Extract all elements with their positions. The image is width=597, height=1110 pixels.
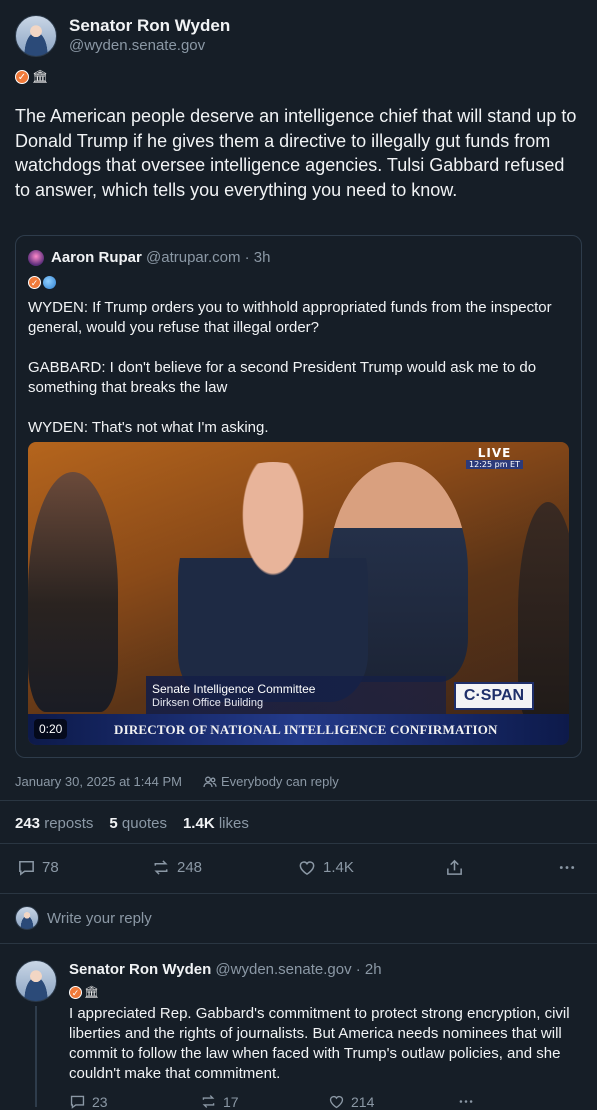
share-button[interactable] [445, 858, 464, 877]
quote-age: · 3h [244, 249, 271, 266]
reply-icon [70, 1095, 85, 1109]
author-avatar[interactable] [15, 15, 57, 57]
reply-setting-label: Everybody can reply [221, 774, 339, 789]
divider [0, 943, 597, 944]
repost-icon [202, 1095, 215, 1108]
globe-icon [43, 276, 56, 289]
author-handle[interactable]: @wyden.senate.gov [69, 37, 205, 54]
reply-text: I appreciated Rep. Gabbard's commitment … [69, 1005, 570, 1082]
live-time: 12:25 pm ET [466, 460, 523, 469]
reply-repost-button[interactable]: 17 [200, 1093, 239, 1110]
reply-icon [19, 861, 34, 876]
reply-author-name[interactable]: Senator Ron Wyden [69, 961, 211, 978]
quote-avatar[interactable] [28, 250, 44, 266]
video-player[interactable]: LIVE 12:25 pm ET Senate Intelligence Com… [28, 442, 569, 745]
reposts-stat[interactable]: 243 reposts [15, 815, 93, 832]
video-committee: Senate Intelligence Committee [152, 682, 316, 696]
reply-button[interactable]: 78 [17, 858, 59, 877]
reply-header: Senator Ron Wyden @wyden.senate.gov · 2h [69, 961, 382, 978]
video-lower-third: Senate Intelligence Committee Dirksen Of… [146, 676, 446, 714]
reply-like-count: 214 [351, 1093, 375, 1110]
reply-author-avatar[interactable] [15, 960, 57, 1002]
thread-line [35, 1006, 37, 1107]
reply-reply-button[interactable]: 23 [69, 1093, 108, 1110]
repost-button[interactable]: 248 [151, 858, 202, 877]
engagement-stats: 243 reposts 5 quotes 1.4K likes [15, 815, 249, 832]
more-icon [459, 1100, 473, 1103]
write-reply-input[interactable]: Write your reply [47, 910, 152, 927]
author-name[interactable]: Senator Ron Wyden [69, 16, 230, 36]
current-user-avatar [15, 906, 39, 930]
government-building-icon: 🏛 [32, 69, 49, 84]
post-date: January 30, 2025 at 1:44 PM [15, 774, 182, 789]
more-icon [559, 866, 575, 869]
verified-badge-icon: ✓ [28, 276, 41, 289]
heart-icon [329, 1095, 344, 1109]
people-icon [203, 776, 217, 787]
repost-icon [154, 860, 168, 875]
quote-author-name[interactable]: Aaron Rupar [51, 249, 142, 266]
reposts-label: reposts [44, 815, 94, 832]
video-figure-left [28, 472, 118, 712]
author-badges: ✓ 🏛 [15, 70, 49, 84]
heart-icon [299, 861, 315, 876]
quote-badges: ✓ [28, 276, 56, 289]
reply-count: 78 [42, 859, 59, 876]
quote-author-handle[interactable]: @atrupar.com [146, 249, 240, 266]
video-banner: DIRECTOR OF NATIONAL INTELLIGENCE CONFIR… [28, 714, 569, 745]
quote-text: WYDEN: If Trump orders you to withhold a… [28, 299, 552, 436]
like-button[interactable]: 1.4K [297, 858, 354, 877]
reply-repost-count: 17 [223, 1093, 239, 1110]
divider [0, 800, 597, 801]
video-headline: DIRECTOR OF NATIONAL INTELLIGENCE CONFIR… [114, 722, 498, 737]
verified-badge-icon: ✓ [69, 985, 82, 999]
reply-reply-count: 23 [92, 1093, 108, 1110]
video-speaker [178, 462, 368, 702]
cspan-logo: C·SPAN [454, 682, 534, 710]
government-building-icon: 🏛 [84, 985, 100, 999]
likes-stat[interactable]: 1.4K likes [183, 815, 249, 832]
quote-header: Aaron Rupar @atrupar.com · 3h [51, 249, 270, 266]
verified-badge-icon: ✓ [15, 70, 29, 84]
reply-author-handle[interactable]: @wyden.senate.gov [215, 961, 351, 978]
reply-age: · 2h [355, 961, 382, 978]
live-indicator: LIVE 12:25 pm ET [466, 446, 523, 469]
divider [0, 893, 597, 894]
video-building: Dirksen Office Building [152, 697, 264, 709]
quoted-post[interactable]: Aaron Rupar @atrupar.com · 3h ✓ WYDEN: I… [15, 235, 582, 758]
like-count: 1.4K [323, 859, 354, 876]
video-duration: 0:20 [34, 719, 68, 739]
post-text: The American people deserve an intellige… [15, 106, 577, 200]
reply-setting[interactable]: Everybody can reply [203, 774, 339, 789]
divider [0, 843, 597, 844]
quotes-count: 5 [109, 815, 118, 832]
reposts-count: 243 [15, 815, 41, 832]
likes-label: likes [218, 815, 249, 832]
likes-count: 1.4K [182, 815, 215, 832]
quotes-label: quotes [121, 815, 167, 832]
share-icon [447, 859, 462, 875]
live-label: LIVE [477, 446, 512, 460]
more-options-button[interactable] [557, 858, 577, 877]
quotes-stat[interactable]: 5 quotes [109, 815, 167, 832]
reply-like-button[interactable]: 214 [328, 1093, 374, 1110]
reply-badges: ✓ 🏛 [69, 985, 99, 999]
reply-more-button[interactable] [457, 1093, 475, 1110]
repost-count: 248 [177, 859, 203, 876]
